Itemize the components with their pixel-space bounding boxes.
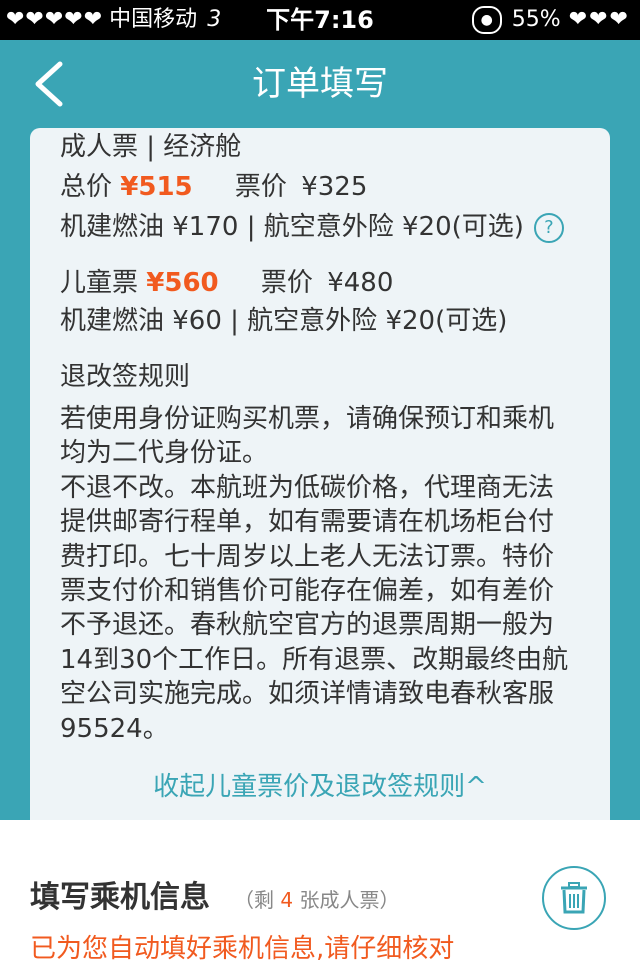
rotation-lock-icon: ● xyxy=(471,6,502,34)
adult-ticket-price-label: 票价 xyxy=(234,172,287,202)
battery-icon: ❤❤❤ xyxy=(568,7,630,32)
status-right: ● 55% ❤❤❤ xyxy=(471,6,630,34)
help-icon[interactable]: ? xyxy=(533,212,564,243)
child-fees: 机建燃油 ¥60 | 航空意外险 ¥20(可选) xyxy=(60,306,508,336)
trash-icon xyxy=(561,882,587,914)
child-fare-price: ¥560 xyxy=(146,268,219,298)
remaining-tickets: （剩 4 张成人票） xyxy=(234,886,399,914)
child-ticket-price-label: 票价 xyxy=(260,268,313,298)
child-ticket-price: ¥480 xyxy=(327,268,394,298)
child-fare-label: 儿童票 xyxy=(60,268,139,298)
rules-paragraph: 若使用身份证购买机票，请确保预订和乘机均为二代身份证。 xyxy=(60,404,555,469)
rules-text: 若使用身份证购买机票，请确保预订和乘机均为二代身份证。 不退不改。本航班为低碳价… xyxy=(60,402,570,748)
collapse-rules-link[interactable]: 收起儿童票价及退改签规则^ xyxy=(30,770,610,804)
delete-passenger-button[interactable] xyxy=(542,866,606,930)
remaining-count: 4 xyxy=(280,888,294,912)
page-title: 订单填写 xyxy=(252,64,388,104)
adult-total-price: ¥515 xyxy=(120,172,193,202)
nav-bar: 订单填写 xyxy=(0,40,640,128)
adult-fees-line: 机建燃油 ¥170 | 航空意外险 ¥20(可选)? xyxy=(60,210,564,244)
adult-total-line: 总价 ¥515 票价 ¥325 xyxy=(60,170,367,204)
autofill-notice: 已为您自动填好乘机信息,请仔细核对 xyxy=(30,934,455,960)
battery-percent: 55% xyxy=(511,7,561,32)
passenger-info-title: 填写乘机信息 xyxy=(30,880,210,915)
rules-heading: 退改签规则 xyxy=(60,362,191,392)
adult-ticket-price: ¥325 xyxy=(301,172,368,202)
adult-fare-header: 成人票 | 经济舱 xyxy=(60,132,242,162)
child-fare-line: 儿童票 ¥560 票价 ¥480 xyxy=(60,266,393,300)
rules-paragraph: 不退不改。本航班为低碳价格，代理商无法提供邮寄行程单，如有需要请在机场柜台付费打… xyxy=(60,472,569,744)
passenger-info-panel: 填写乘机信息 （剩 4 张成人票） 已为您自动填好乘机信息,请仔细核对 xyxy=(0,820,640,960)
adult-fees: 机建燃油 ¥170 | 航空意外险 ¥20(可选) xyxy=(60,212,524,242)
fare-rules-card: 成人票 | 经济舱 总价 ¥515 票价 ¥325 机建燃油 ¥170 | 航空… xyxy=(30,128,610,820)
status-bar: ❤❤❤❤❤ 中国移动 3 下午7:16 ● 55% ❤❤❤ xyxy=(0,0,640,40)
remaining-prefix: （剩 xyxy=(234,888,274,912)
remaining-suffix: 张成人票） xyxy=(299,888,400,912)
adult-total-label: 总价 xyxy=(60,172,113,202)
